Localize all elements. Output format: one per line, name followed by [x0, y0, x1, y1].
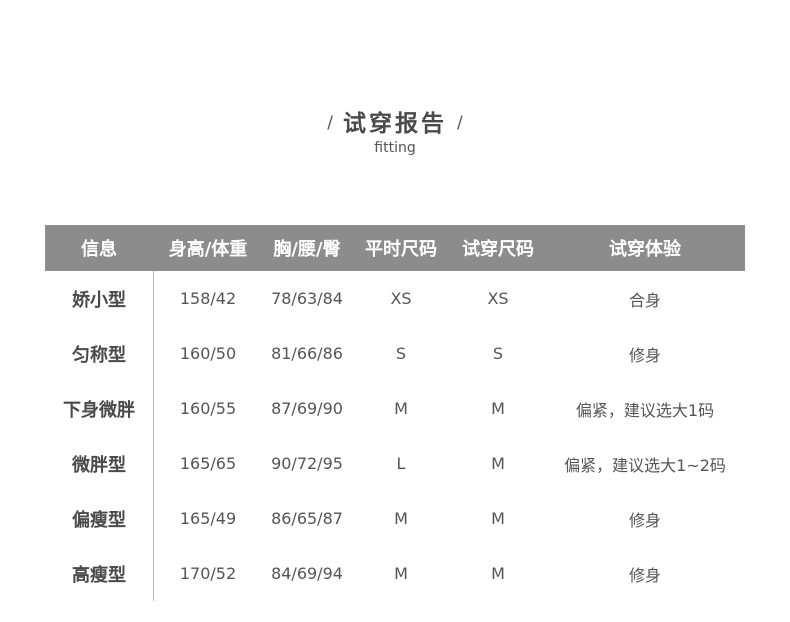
cell-measurements: 87/69/90	[271, 399, 343, 418]
header-tried-size: 试穿尺码	[462, 239, 534, 260]
page-subtitle: fitting	[374, 140, 416, 156]
title-right-slash: /	[457, 113, 463, 133]
title-left-slash: /	[327, 113, 333, 133]
cell-body-type: 高瘦型	[72, 564, 126, 586]
cell-tried-size: M	[491, 564, 505, 583]
cell-measurements: 86/65/87	[271, 509, 343, 528]
cell-measurements: 90/72/95	[271, 454, 343, 473]
cell-usual-size: S	[395, 344, 407, 363]
table-row: 高瘦型 170/52 84/69/94 M M 修身	[45, 546, 745, 601]
header-usual-size: 平时尺码	[365, 239, 437, 260]
cell-usual-size: M	[394, 564, 408, 583]
cell-height-weight: 165/49	[179, 509, 237, 528]
column-divider	[153, 271, 154, 601]
cell-tried-size: M	[491, 509, 505, 528]
fitting-report-table: 信息 身高/体重 胸/腰/臀 平时尺码 试穿尺码 试穿体验 娇小型 158/42…	[45, 225, 745, 601]
cell-body-type: 匀称型	[72, 344, 126, 366]
page-title: 试穿报告	[343, 111, 447, 137]
cell-body-type: 偏瘦型	[72, 509, 126, 531]
cell-usual-size: L	[396, 454, 406, 473]
cell-height-weight: 160/55	[179, 399, 237, 418]
cell-body-type: 下身微胖	[63, 399, 135, 421]
table-row: 微胖型 165/65 90/72/95 L M 偏紧，建议选大1~2码	[45, 436, 745, 491]
cell-height-weight: 160/50	[179, 344, 237, 363]
header-height-weight: 身高/体重	[168, 239, 248, 260]
cell-experience: 修身	[628, 565, 661, 585]
cell-experience: 偏紧，建议选大1码	[575, 400, 715, 420]
table-body: 娇小型 158/42 78/63/84 XS XS 合身 匀称型 160/50 …	[45, 271, 745, 601]
cell-measurements: 84/69/94	[271, 564, 343, 583]
table-row: 匀称型 160/50 81/66/86 S S 修身	[45, 326, 745, 381]
cell-experience: 修身	[628, 510, 661, 530]
table-row: 偏瘦型 165/49 86/65/87 M M 修身	[45, 491, 745, 546]
header-info: 信息	[81, 239, 117, 260]
cell-experience: 合身	[628, 290, 661, 310]
cell-measurements: 81/66/86	[271, 344, 343, 363]
cell-tried-size: XS	[487, 289, 509, 308]
cell-height-weight: 165/65	[179, 454, 237, 473]
title-row: / 试穿报告 /	[0, 104, 790, 138]
cell-height-weight: 170/52	[179, 564, 237, 583]
table-header-row: 信息 身高/体重 胸/腰/臀 平时尺码 试穿尺码 试穿体验	[45, 225, 745, 271]
cell-measurements: 78/63/84	[271, 289, 343, 308]
header-measurements: 胸/腰/臀	[273, 239, 341, 260]
cell-body-type: 微胖型	[72, 454, 126, 476]
cell-experience: 修身	[628, 345, 661, 365]
cell-body-type: 娇小型	[72, 289, 126, 311]
report-title-block: / 试穿报告 / fitting	[0, 104, 790, 156]
table-row: 下身微胖 160/55 87/69/90 M M 偏紧，建议选大1码	[45, 381, 745, 436]
table-row: 娇小型 158/42 78/63/84 XS XS 合身	[45, 271, 745, 326]
cell-height-weight: 158/42	[179, 289, 237, 308]
cell-tried-size: M	[491, 399, 505, 418]
cell-usual-size: M	[394, 399, 408, 418]
cell-tried-size: M	[491, 454, 505, 473]
header-experience: 试穿体验	[609, 239, 681, 260]
cell-usual-size: XS	[390, 289, 412, 308]
cell-usual-size: M	[394, 509, 408, 528]
cell-experience: 偏紧，建议选大1~2码	[564, 455, 726, 475]
cell-tried-size: S	[492, 344, 504, 363]
